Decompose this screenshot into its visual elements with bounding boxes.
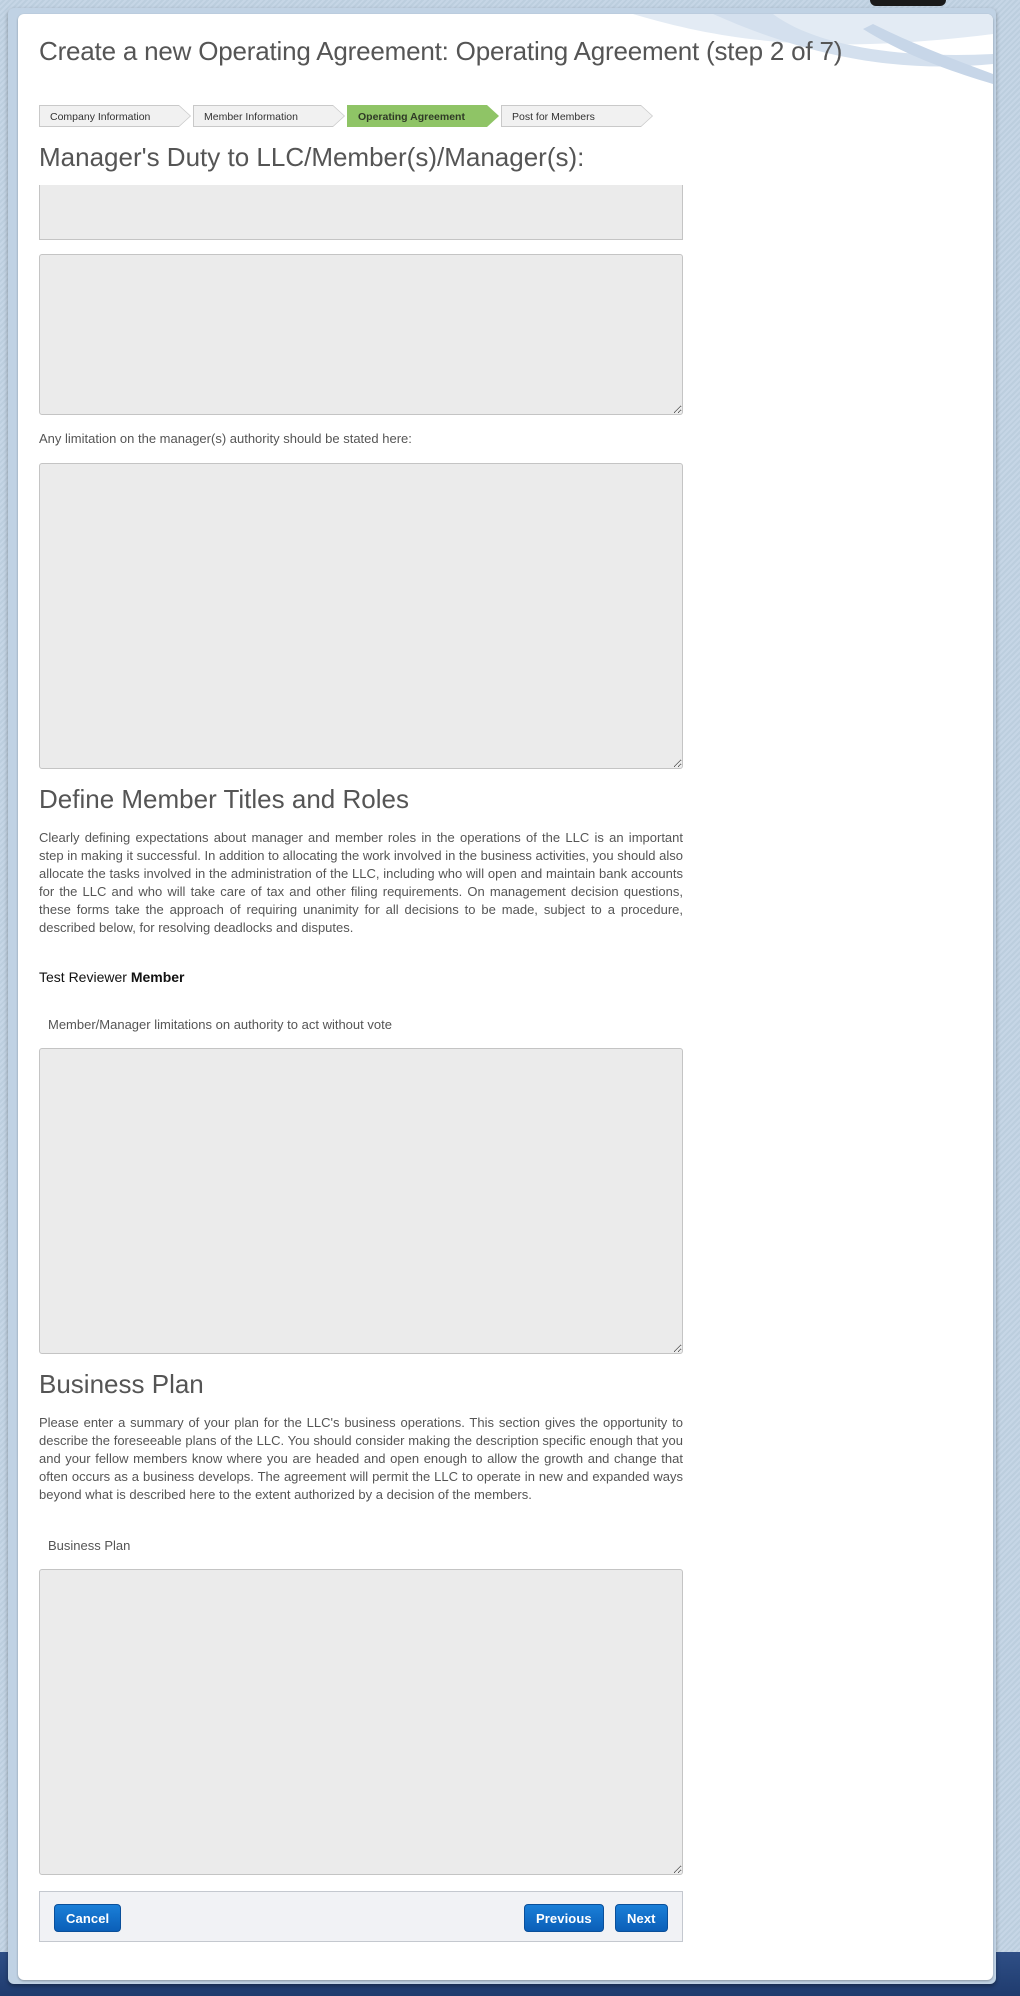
step-company-information[interactable]: Company Information	[39, 105, 191, 127]
member-roles-heading: Define Member Titles and Roles	[39, 784, 409, 814]
manager-duty-field-1[interactable]	[39, 185, 683, 240]
business-plan-heading: Business Plan	[39, 1369, 204, 1399]
cancel-button[interactable]: Cancel	[54, 1904, 122, 1932]
business-plan-label: Business Plan	[48, 1538, 131, 1553]
manager-limitation-label: Any limitation on the manager(s) authori…	[39, 431, 412, 446]
background-photo-fragment	[870, 0, 946, 6]
manager-duty-field-2[interactable]	[39, 254, 683, 415]
previous-button[interactable]: Previous	[524, 1904, 604, 1932]
member-role: Member	[130, 969, 185, 985]
member-limitation-field[interactable]	[39, 1048, 683, 1354]
business-plan-field[interactable]	[39, 1569, 683, 1875]
step-member-information[interactable]: Member Information	[193, 105, 345, 127]
operating-agreement-dialog: Create a new Operating Agreement: Operat…	[18, 14, 993, 1980]
business-plan-description: Please enter a summary of your plan for …	[39, 1415, 683, 1502]
page-title: Create a new Operating Agreement: Operat…	[39, 36, 843, 66]
next-button[interactable]: Next	[615, 1904, 668, 1932]
member-entry: Test Reviewer Member	[39, 969, 185, 985]
step-operating-agreement[interactable]: Operating Agreement	[347, 105, 499, 127]
member-name: Test Reviewer	[39, 969, 127, 985]
wizard-footer: Cancel Previous Next	[39, 1891, 683, 1942]
member-limitation-label: Member/Manager limitations on authority …	[48, 1017, 392, 1032]
member-roles-description: Clearly defining expectations about mana…	[39, 830, 683, 935]
wizard-steps: Company Information Member Information O…	[39, 105, 655, 127]
manager-duty-heading: Manager's Duty to LLC/Member(s)/Manager(…	[39, 142, 585, 172]
step-post-for-members[interactable]: Post for Members	[501, 105, 653, 127]
manager-limitation-field[interactable]	[39, 463, 683, 769]
